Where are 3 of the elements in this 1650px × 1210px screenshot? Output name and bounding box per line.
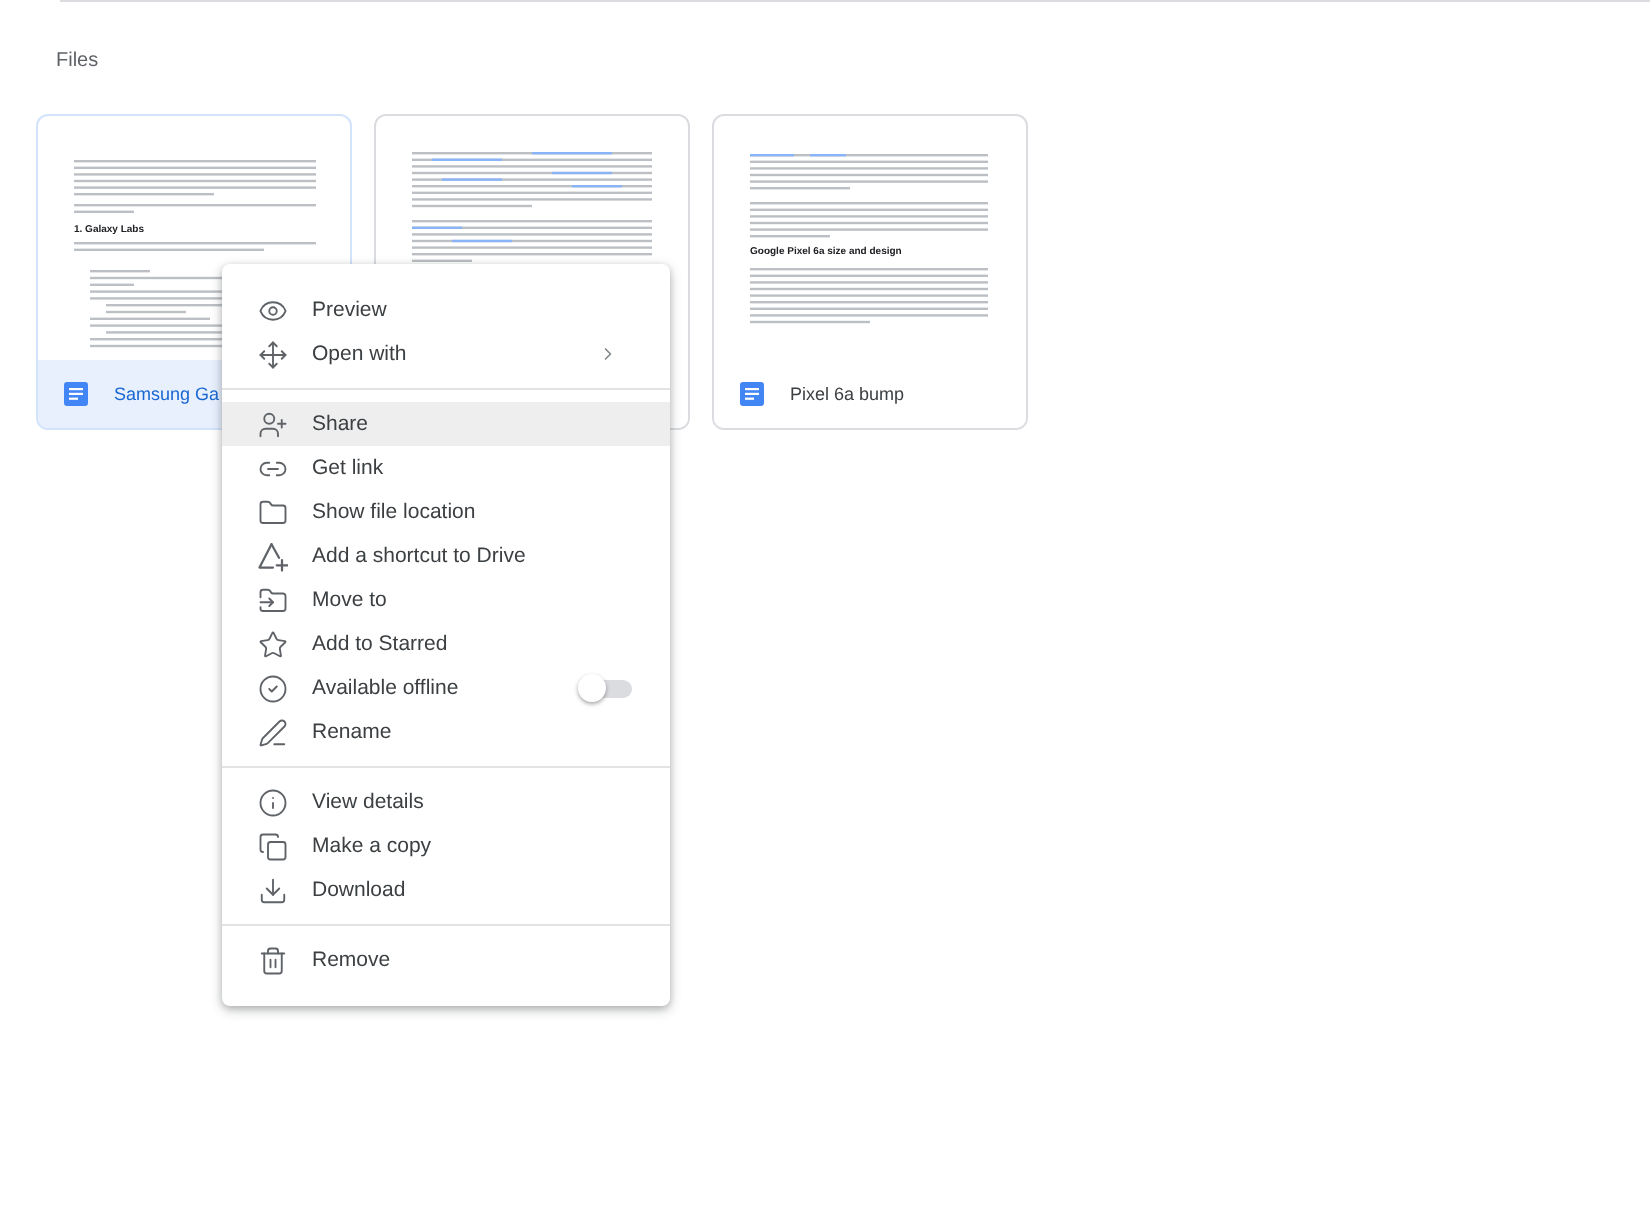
file-name: Samsung Ga: [114, 382, 220, 406]
section-heading: Files: [56, 50, 99, 72]
file-name: Pixel 6a bump: [790, 382, 905, 406]
